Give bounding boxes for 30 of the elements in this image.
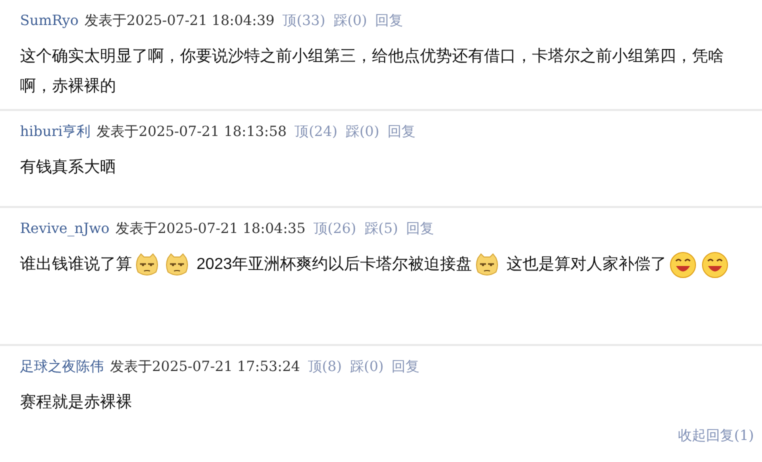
smirk-emoticon-icon [164, 252, 190, 278]
downvote-link[interactable]: 踩(0) [333, 11, 368, 32]
username-link[interactable]: hiburi亨利 [20, 122, 91, 143]
upvote-link[interactable]: 顶(26) [314, 219, 356, 240]
comment-text: 这个确实太明显了啊，你要说沙特之前小组第三，给他点优势还有借口，卡塔尔之前小组第四，凭啥啊，赤裸裸的 [20, 46, 725, 97]
reply-link[interactable]: 回复 [387, 122, 416, 143]
username-link[interactable]: Revive_nJwo [20, 219, 110, 240]
post-date: 发表于2025-07-21 18:04:35 [115, 220, 306, 239]
comment-text: 有钱真系大晒 [20, 158, 117, 178]
upvote-link[interactable]: 顶(8) [308, 357, 342, 378]
comment-text: 赛程就是赤裸裸 [20, 392, 133, 413]
laughing-emoticon-icon [668, 250, 696, 279]
upvote-link[interactable]: 顶(33) [282, 11, 326, 32]
smirk-emoticon-icon [474, 252, 500, 278]
downvote-link[interactable]: 踩(5) [364, 219, 398, 240]
collapse-replies-link[interactable]: 收起回复(1) [678, 426, 754, 447]
post-date: 发表于2025-07-21 18:13:58 [96, 123, 287, 142]
username-link[interactable]: SumRyo [20, 11, 79, 32]
smirk-emoticon-icon [134, 252, 160, 278]
comment-text: 谁出钱谁说了算 2023年亚洲杯爽约以后卡塔尔被迫接盘 这也是算对人家补偿了 [20, 250, 745, 280]
upvote-link[interactable]: 顶(24) [294, 122, 338, 143]
reply-link[interactable]: 回复 [406, 219, 434, 240]
username-link[interactable]: 足球之夜陈伟 [20, 357, 104, 378]
downvote-link[interactable]: 踩(0) [350, 357, 384, 378]
reply-link[interactable]: 回复 [392, 357, 420, 378]
reply-link[interactable]: 回复 [375, 11, 404, 32]
post-date: 发表于2025-07-21 18:04:39 [84, 12, 275, 31]
laughing-emoticon-icon [700, 250, 728, 279]
downvote-link[interactable]: 踩(0) [345, 122, 380, 143]
post-date: 发表于2025-07-21 17:53:24 [110, 358, 300, 377]
